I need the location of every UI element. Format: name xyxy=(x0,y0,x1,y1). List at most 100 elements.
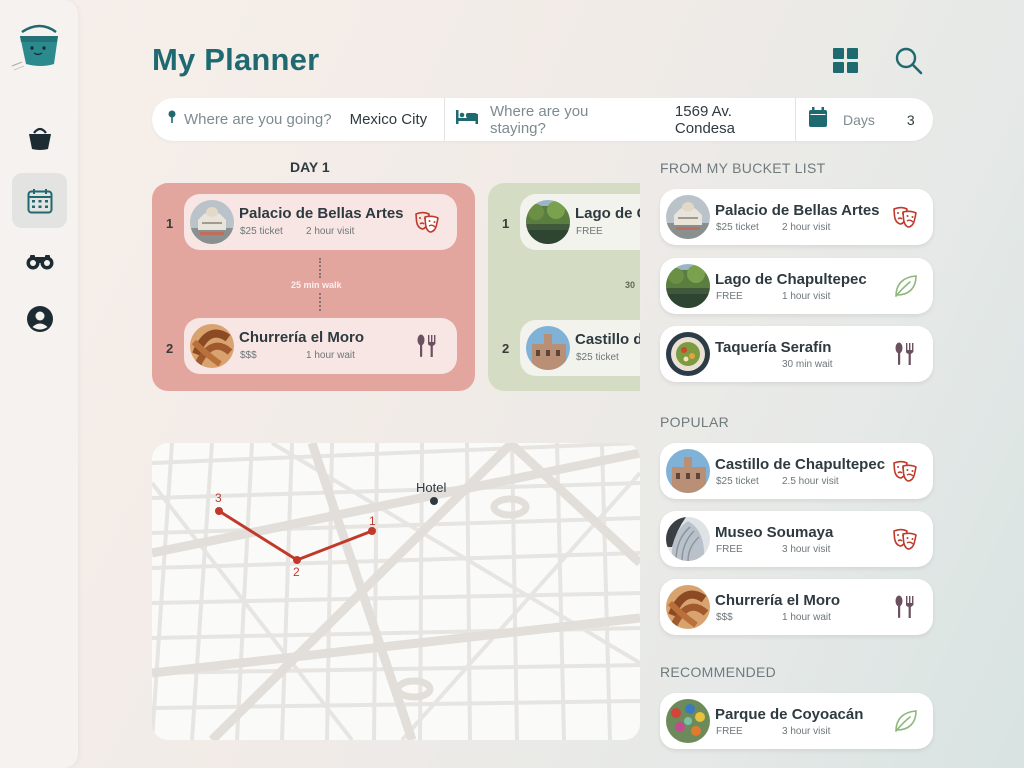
hotel-marker xyxy=(430,497,438,505)
search-button[interactable] xyxy=(894,46,924,76)
days-label: Days xyxy=(843,111,875,128)
place-card[interactable]: Castillo de Chapultepec $25 ticket 2.5 h… xyxy=(660,443,933,499)
stop-duration: 1 hour wait xyxy=(306,350,355,361)
place-price: $$$ xyxy=(716,612,733,623)
calendar-icon xyxy=(809,107,827,132)
fork-knife-icon xyxy=(413,332,441,360)
place-duration: 3 hour visit xyxy=(782,544,831,555)
place-duration: 30 min wait xyxy=(782,359,833,370)
place-card[interactable]: Lago de Chapultepec FREE 1 hour visit xyxy=(660,258,933,314)
walk-time-label: 30 xyxy=(625,280,636,290)
place-name: Lago de Chapultepec xyxy=(715,271,867,288)
place-card[interactable]: Museo Soumaya FREE 3 hour visit xyxy=(660,511,933,567)
route-point-3-label: 3 xyxy=(215,491,222,505)
binoculars-icon xyxy=(25,246,55,274)
stop-duration: 2 hour visit xyxy=(306,226,355,237)
day-1-label: DAY 1 xyxy=(290,159,330,175)
place-duration: 2 hour visit xyxy=(782,222,831,233)
destination-placeholder: Where are you going? xyxy=(184,111,332,128)
museo-soumaya-photo xyxy=(666,517,710,561)
place-duration: 2.5 hour visit xyxy=(782,476,839,487)
sidebar xyxy=(0,0,78,768)
nav-explore[interactable] xyxy=(12,232,67,287)
destination-value: Mexico City xyxy=(349,111,428,128)
lago-chapultepec-photo xyxy=(526,200,570,244)
recommended-title: RECOMMENDED xyxy=(660,664,777,680)
fork-knife-icon xyxy=(891,340,919,368)
grid-view-icon xyxy=(831,48,861,80)
parque-coyoacan-photo xyxy=(666,699,710,743)
leaf-icon xyxy=(891,272,919,300)
place-card[interactable]: Parque de Coyoacán FREE 3 hour visit xyxy=(660,693,933,749)
place-name: Churrería el Moro xyxy=(715,592,841,609)
stop-name: Lago de Chapultepec xyxy=(575,205,640,222)
walk-time-label: 25 min walk xyxy=(291,280,342,290)
place-name: Taquería Serafín xyxy=(715,339,832,356)
place-price: $25 ticket xyxy=(716,476,759,487)
place-price: FREE xyxy=(716,726,743,737)
stay-value: 1569 Av. Condesa xyxy=(674,102,735,137)
place-card[interactable]: Palacio de Bellas Artes $25 ticket 2 hou… xyxy=(660,189,933,245)
stop-number: 1 xyxy=(502,216,510,231)
palacio-bellas-artes-photo xyxy=(190,200,234,244)
place-card[interactable]: Taquería Serafín 30 min wait xyxy=(660,326,933,382)
stay-placeholder: Where are you staying? xyxy=(490,102,589,137)
nav-planner[interactable] xyxy=(12,173,67,228)
castillo-chapultepec-photo xyxy=(526,326,570,370)
place-name: Palacio de Bellas Artes xyxy=(715,202,880,219)
app-logo xyxy=(10,22,66,74)
bucket-list-title: FROM MY BUCKET LIST xyxy=(660,160,826,176)
place-price: FREE xyxy=(716,544,743,555)
days-field[interactable]: Days 3 xyxy=(796,98,933,141)
theater-masks-icon xyxy=(891,457,919,485)
castillo-chapultepec-photo xyxy=(666,449,710,493)
trip-search-bar: Where are you going? Mexico City Where a… xyxy=(152,98,933,141)
place-duration: 3 hour visit xyxy=(782,726,831,737)
place-price: FREE xyxy=(716,291,743,302)
itinerary-stop[interactable]: Palacio de Bellas Artes $25 ticket 2 hou… xyxy=(184,194,457,250)
stop-price: $25 ticket xyxy=(240,226,283,237)
page-title: My Planner xyxy=(152,42,320,77)
destination-field[interactable]: Where are you going? Mexico City xyxy=(152,98,444,141)
place-name: Castillo de Chapultepec xyxy=(715,456,886,473)
nav-profile[interactable] xyxy=(12,291,67,346)
popular-title: POPULAR xyxy=(660,414,730,430)
stay-field[interactable]: Where are you staying? 1569 Av. Condesa xyxy=(445,98,795,141)
churros-photo xyxy=(666,585,710,629)
place-duration: 1 hour visit xyxy=(782,291,831,302)
grid-view-button[interactable] xyxy=(831,46,861,76)
route-point-2-label: 2 xyxy=(293,565,300,579)
day-1-card: 1 Palacio de Bellas Artes $25 ticket 2 h… xyxy=(152,183,475,391)
stop-price: $25 ticket xyxy=(576,352,619,363)
nav-bucket-list[interactable] xyxy=(12,110,67,165)
itinerary-stop[interactable]: Castillo de Chapultepec $25 ticket xyxy=(520,320,640,376)
place-duration: 1 hour wait xyxy=(782,612,831,623)
route-point-1-label: 1 xyxy=(369,514,376,528)
stop-price: $$$ xyxy=(240,350,257,361)
theater-masks-icon xyxy=(891,203,919,231)
stop-name: Palacio de Bellas Artes xyxy=(239,205,404,222)
stop-number: 2 xyxy=(166,341,174,356)
itinerary-stop[interactable]: Lago de Chapultepec FREE xyxy=(520,194,640,250)
day-2-card-body: 1 Lago de Chapultepec FREE 30 2 Castillo… xyxy=(488,183,640,391)
stop-price: FREE xyxy=(576,226,603,237)
place-name: Parque de Coyoacán xyxy=(715,706,864,723)
place-name: Museo Soumaya xyxy=(715,524,834,541)
palacio-bellas-artes-photo xyxy=(666,195,710,239)
day-2-card: 1 Lago de Chapultepec FREE 30 2 Castillo… xyxy=(488,183,640,391)
stop-name: Castillo de Chapultepec xyxy=(575,331,640,348)
bed-icon xyxy=(456,110,478,129)
place-card[interactable]: Churrería el Moro $$$ 1 hour wait xyxy=(660,579,933,635)
user-account-icon xyxy=(26,305,54,333)
fork-knife-icon xyxy=(891,593,919,621)
route-map[interactable]: Hotel 1 2 3 xyxy=(152,443,640,740)
lago-chapultepec-photo xyxy=(666,264,710,308)
stop-number: 2 xyxy=(502,341,510,356)
churros-photo xyxy=(190,324,234,368)
leaf-icon xyxy=(891,707,919,735)
walk-connector xyxy=(319,258,321,278)
itinerary-stop[interactable]: Churrería el Moro $$$ 1 hour wait xyxy=(184,318,457,374)
calendar-icon xyxy=(26,187,54,215)
walk-connector xyxy=(319,293,321,311)
stop-number: 1 xyxy=(166,216,174,231)
